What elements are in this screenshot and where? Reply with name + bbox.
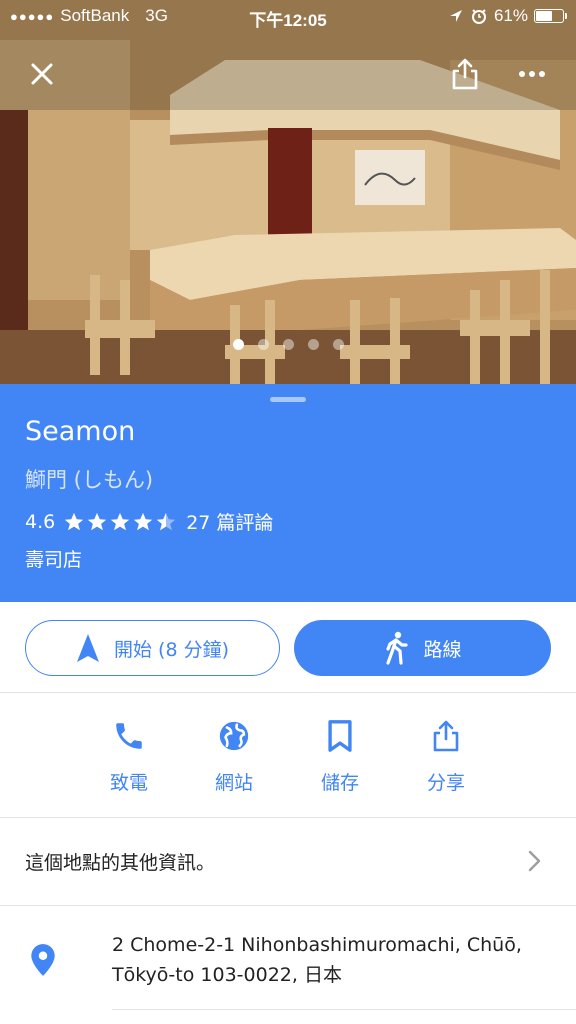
map-pin-icon xyxy=(31,944,55,976)
chevron-right-icon xyxy=(528,850,541,872)
more-options-button[interactable] xyxy=(508,50,556,98)
share-photo-button[interactable] xyxy=(441,50,489,98)
walking-person-icon xyxy=(386,631,409,665)
star-icon xyxy=(134,512,153,530)
share-button[interactable]: 分享 xyxy=(393,710,499,800)
alarm-icon xyxy=(471,9,486,24)
phone-icon xyxy=(116,723,142,749)
place-subname: 鰤門 (しもん) xyxy=(25,468,154,492)
drag-handle[interactable] xyxy=(270,397,306,402)
review-count[interactable]: 27 篇評論 xyxy=(186,508,273,535)
more-icon xyxy=(519,71,545,77)
more-info-row[interactable]: 這個地點的其他資訊。 xyxy=(0,818,576,906)
pager-dot[interactable] xyxy=(332,339,344,350)
rating-row[interactable]: 4.6 27 篇評論 xyxy=(25,508,273,535)
place-category: 壽司店 xyxy=(25,549,83,571)
address-line-2: Tōkyō-to 103-0022, 日本 xyxy=(112,964,342,986)
website-button[interactable]: 網站 xyxy=(181,710,287,800)
share-icon xyxy=(452,58,478,90)
directions-label: 路線 xyxy=(423,638,462,661)
status-bar: ●●●●● SoftBank 3G 下午12:05 61% xyxy=(0,0,576,34)
globe-icon xyxy=(219,721,249,751)
close-icon xyxy=(31,63,53,85)
rating-value: 4.6 xyxy=(25,510,56,533)
star-icon xyxy=(65,512,84,530)
pager-dot[interactable] xyxy=(282,339,294,350)
website-label: 網站 xyxy=(214,772,253,794)
divider xyxy=(112,1009,576,1010)
bookmark-icon xyxy=(328,720,352,752)
place-name: Seamon xyxy=(25,416,136,447)
battery-icon xyxy=(534,9,567,23)
save-button[interactable]: 儲存 xyxy=(287,710,393,800)
address-line-1: 2 Chome-2-1 Nihonbashimuromachi, Chūō, xyxy=(112,934,522,956)
call-button[interactable]: 致電 xyxy=(76,710,182,800)
call-label: 致電 xyxy=(109,772,148,794)
share-label: 分享 xyxy=(426,772,465,794)
star-icon xyxy=(111,512,130,530)
pager-dot[interactable] xyxy=(307,339,319,350)
rating-stars xyxy=(63,511,178,533)
start-navigation-button[interactable]: 開始 (8 分鐘) xyxy=(25,620,280,676)
half-star-icon xyxy=(157,512,176,530)
address-row[interactable]: 2 Chome-2-1 Nihonbashimuromachi, Chūō, T… xyxy=(0,906,576,1010)
restaurant-interior-image xyxy=(0,0,576,384)
star-icon xyxy=(88,512,107,530)
pager-dot[interactable] xyxy=(257,339,269,350)
close-button[interactable] xyxy=(18,50,66,98)
directions-button[interactable]: 路線 xyxy=(294,620,551,676)
divider xyxy=(0,692,576,693)
location-arrow-icon xyxy=(449,10,462,22)
navigation-arrow-icon xyxy=(77,634,99,662)
photo-pager[interactable] xyxy=(0,339,576,350)
more-info-label: 這個地點的其他資訊。 xyxy=(25,852,216,874)
start-navigation-label: 開始 (8 分鐘) xyxy=(114,638,229,661)
place-info-panel[interactable]: Seamon 鰤門 (しもん) 4.6 27 篇評論 壽司店 xyxy=(0,384,576,602)
share-icon xyxy=(433,720,459,752)
place-photo-carousel[interactable]: ●●●●● SoftBank 3G 下午12:05 61% xyxy=(0,0,576,384)
pager-dot[interactable] xyxy=(232,339,244,350)
battery-percent: 61% xyxy=(493,6,528,25)
save-label: 儲存 xyxy=(320,772,359,794)
